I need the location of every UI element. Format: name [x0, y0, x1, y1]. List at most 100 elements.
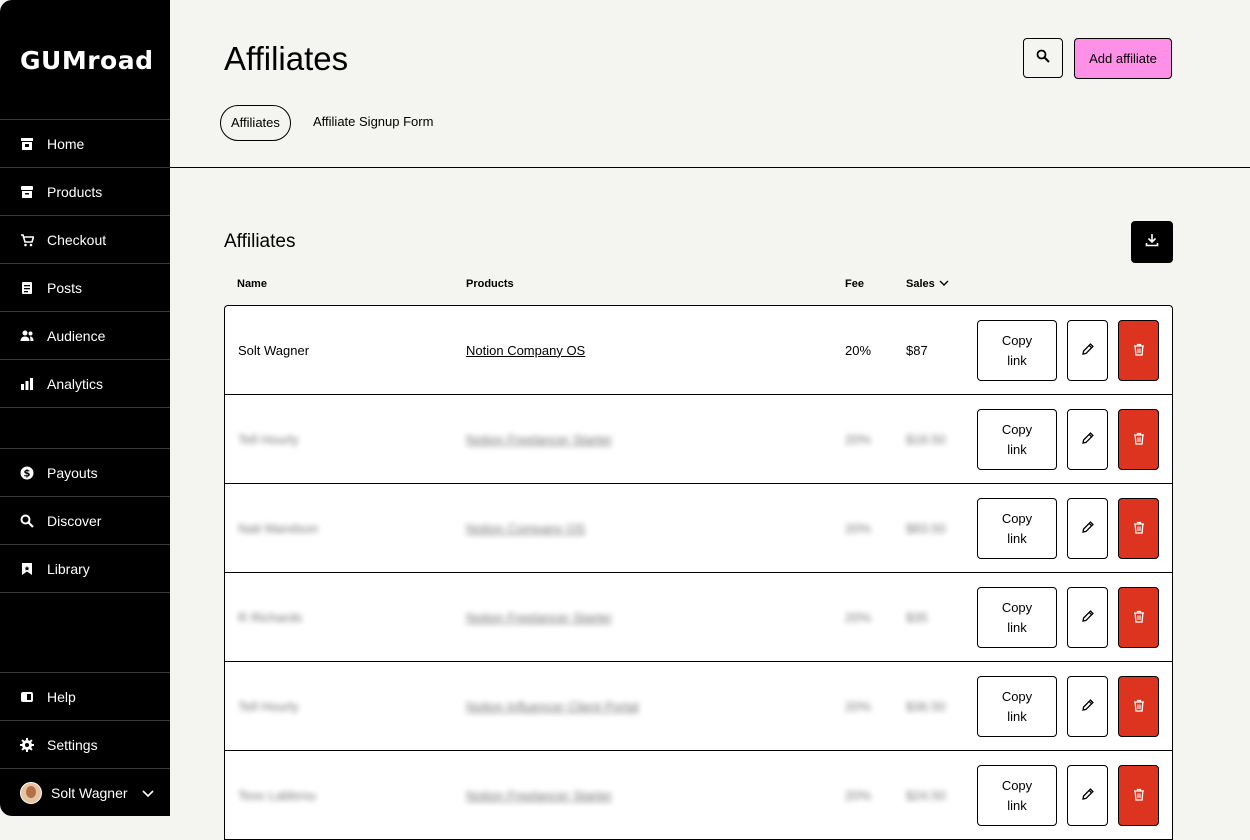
table-row: Tell Hourly Notion Influencer Client Port…: [225, 662, 1172, 751]
copy-link-button[interactable]: Copy link: [977, 587, 1057, 648]
store-icon: [20, 137, 34, 151]
download-icon: [1145, 233, 1159, 252]
delete-button[interactable]: [1118, 498, 1159, 559]
delete-button[interactable]: [1118, 587, 1159, 648]
edit-button[interactable]: [1067, 676, 1108, 737]
table-row: R Richards Notion Freelancer Starter 20% $3…: [225, 573, 1172, 662]
book-icon: [20, 690, 34, 704]
gear-icon: [20, 737, 34, 752]
affiliate-product: Notion Company OS: [466, 484, 585, 572]
sidebar-item-posts[interactable]: Posts: [0, 263, 170, 311]
affiliate-name: Tell Hourly: [238, 431, 299, 447]
sidebar-item-label: Home: [47, 135, 85, 152]
delete-button[interactable]: [1118, 409, 1159, 470]
column-header-name: Name: [237, 278, 267, 290]
delete-button[interactable]: [1118, 765, 1159, 826]
sidebar-item-discover[interactable]: Discover: [0, 496, 170, 544]
affiliate-product: Notion Company OS: [466, 306, 585, 394]
sidebar-item-analytics[interactable]: Analytics: [0, 359, 170, 407]
affiliate-sales: $83.50: [906, 520, 946, 536]
affiliate-fee: 20%: [845, 787, 872, 803]
sidebar-item-label: Products: [47, 183, 103, 200]
search-button[interactable]: [1023, 38, 1063, 78]
column-header-sales[interactable]: Sales: [906, 278, 949, 290]
affiliate-product: Notion Freelancer Starter: [466, 573, 612, 661]
table-row: Tess Labbrou Notion Freelancer Starter 20%…: [225, 751, 1172, 840]
sidebar-item-label: Help: [47, 688, 76, 705]
affiliate-name: R Richards: [238, 609, 303, 625]
trash-icon: [1133, 521, 1145, 537]
copy-link-button[interactable]: Copy link: [977, 676, 1057, 737]
copy-link-label-line2: link: [1007, 352, 1027, 368]
sidebar-item-label: Payouts: [47, 464, 98, 481]
delete-button[interactable]: [1118, 676, 1159, 737]
sidebar-item-checkout[interactable]: Checkout: [0, 215, 170, 263]
sidebar-item-help[interactable]: Help: [0, 672, 170, 720]
sidebar-item-audience[interactable]: Audience: [0, 311, 170, 359]
copy-link-label-line2: link: [1007, 619, 1027, 635]
affiliate-product-link[interactable]: Notion Freelancer Starter: [466, 432, 612, 447]
edit-button[interactable]: [1067, 498, 1108, 559]
download-button[interactable]: [1131, 221, 1173, 263]
affiliate-fee: 20%: [845, 609, 872, 625]
edit-button[interactable]: [1067, 765, 1108, 826]
sidebar-item-home[interactable]: Home: [0, 119, 170, 167]
column-header-fee: Fee: [845, 278, 864, 290]
section-title: Affiliates: [224, 231, 296, 252]
svg-text:$: $: [24, 468, 31, 479]
copy-link-label-line2: link: [1007, 530, 1027, 546]
user-menu[interactable]: Solt Wagner: [0, 768, 170, 816]
chevron-down-icon: [141, 785, 154, 801]
copy-link-button[interactable]: Copy link: [977, 409, 1057, 470]
tab-affiliates[interactable]: Affiliates: [220, 105, 291, 141]
copy-link-button[interactable]: Copy link: [977, 320, 1057, 381]
add-affiliate-button[interactable]: Add affiliate: [1074, 38, 1172, 79]
edit-button[interactable]: [1067, 409, 1108, 470]
chevron-down-icon: [939, 278, 949, 290]
affiliate-fee: 20%: [845, 520, 872, 536]
bookmark-icon: [20, 562, 34, 576]
sidebar-item-label: Posts: [47, 279, 83, 296]
affiliate-product-link[interactable]: Notion Company OS: [466, 521, 585, 536]
sidebar-item-label: Library: [47, 560, 90, 577]
affiliate-product-link[interactable]: Notion Freelancer Starter: [466, 610, 612, 625]
tab-affiliate-signup-form[interactable]: Affiliate Signup Form: [313, 105, 433, 139]
archive-icon: [20, 185, 34, 199]
sidebar-item-products[interactable]: Products: [0, 167, 170, 215]
affiliate-name: Nati Mandson: [238, 520, 319, 536]
table-row: Solt Wagner Notion Company OS 20% $87 Copy li…: [225, 306, 1172, 395]
column-header-products: Products: [466, 278, 514, 290]
copy-link-button[interactable]: Copy link: [977, 498, 1057, 559]
delete-button[interactable]: [1118, 320, 1159, 381]
edit-button[interactable]: [1067, 320, 1108, 381]
copy-link-label-line1: Copy: [1001, 510, 1033, 526]
pencil-icon: [1081, 698, 1095, 715]
document-icon: [20, 281, 34, 295]
edit-button[interactable]: [1067, 587, 1108, 648]
affiliate-sales: $18.50: [906, 431, 946, 447]
affiliate-product-link[interactable]: Notion Freelancer Starter: [466, 788, 612, 803]
dollar-icon: $: [20, 466, 34, 480]
gumroad-logo[interactable]: GUMroad: [20, 46, 153, 75]
affiliate-fee: 20%: [845, 431, 872, 447]
affiliate-product-link[interactable]: Notion Influencer Client Portal: [466, 699, 639, 714]
affiliate-product: Notion Influencer Client Portal: [466, 662, 639, 750]
sidebar-nav-secondary: $ Payouts Discover Library: [0, 448, 170, 593]
trash-icon: [1133, 432, 1145, 448]
affiliate-fee: 20%: [845, 698, 872, 714]
sidebar-item-label: Analytics: [47, 375, 104, 392]
cart-icon: [20, 233, 34, 247]
sidebar-nav-primary: Home Products Checkout Posts Audience An…: [0, 119, 170, 449]
copy-link-button[interactable]: Copy link: [977, 765, 1057, 826]
copy-link-label-line2: link: [1007, 441, 1027, 457]
sidebar-spacer: [0, 407, 170, 449]
affiliate-sales: $24.50: [906, 787, 946, 803]
sidebar-item-payouts[interactable]: $ Payouts: [0, 448, 170, 496]
sidebar-item-label: Checkout: [47, 231, 107, 248]
page-header: Affiliates Affiliates Affiliate Signup F…: [170, 0, 1250, 168]
affiliate-product-link[interactable]: Notion Company OS: [466, 343, 585, 358]
page-title: Affiliates: [224, 40, 349, 77]
sidebar-item-settings[interactable]: Settings: [0, 720, 170, 768]
copy-link-label-line1: Copy: [1001, 688, 1033, 704]
sidebar-item-library[interactable]: Library: [0, 544, 170, 592]
